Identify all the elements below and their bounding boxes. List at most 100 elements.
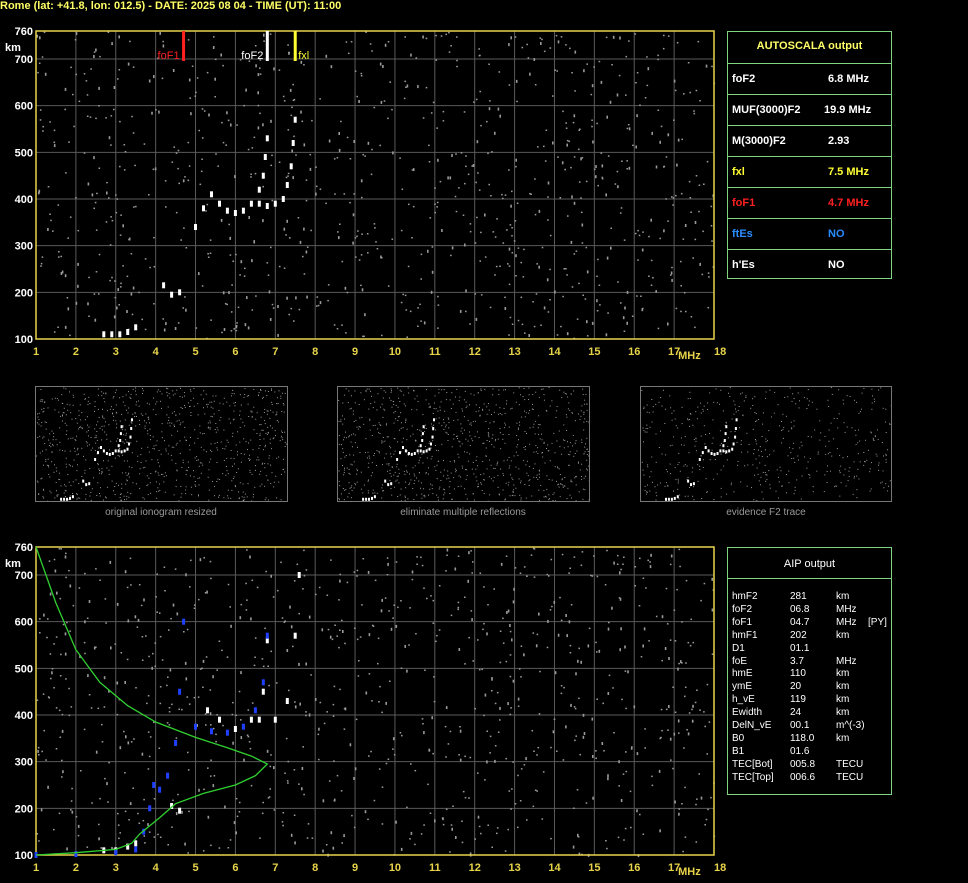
noise-dot <box>371 148 373 151</box>
thumb-noise <box>532 403 533 405</box>
thumb-noise <box>49 476 51 478</box>
thumb-noise <box>538 470 540 472</box>
noise-dot <box>689 644 692 647</box>
thumb-noise <box>199 462 201 464</box>
thumb-noise <box>765 438 767 440</box>
noise-dot <box>210 724 212 726</box>
thumb-noise <box>483 473 485 475</box>
noise-dot <box>637 259 639 261</box>
noise-dot <box>469 230 472 233</box>
thumb-noise <box>397 475 399 477</box>
thumb-noise <box>156 440 158 442</box>
thumb-noise <box>460 430 462 432</box>
thumb-noise <box>476 456 478 458</box>
noise-dot <box>290 625 293 629</box>
thumb-noise <box>722 410 724 412</box>
noise-dot <box>149 736 152 738</box>
thumb-noise <box>644 485 646 487</box>
thumb-noise <box>113 419 114 421</box>
thumb-noise <box>64 450 66 452</box>
thumb-noise <box>471 468 473 470</box>
thumb-noise <box>248 442 249 444</box>
noise-dot <box>64 632 67 636</box>
thumb-noise <box>675 425 677 427</box>
aip-v: 281 <box>790 591 807 602</box>
thumb-noise <box>62 414 63 416</box>
thumb-noise <box>181 396 183 398</box>
thumb-noise <box>422 414 424 416</box>
thumb-noise <box>88 396 90 398</box>
thumb-noise <box>147 446 149 448</box>
noise-dot <box>40 808 43 812</box>
thumb-noise <box>446 392 448 393</box>
thumb-noise <box>131 452 133 454</box>
thumb-noise <box>159 483 160 485</box>
thumb-noise <box>90 437 92 438</box>
thumb-noise <box>231 489 233 491</box>
noise-dot <box>183 631 185 633</box>
x-tick-label: 16 <box>628 862 640 874</box>
noise-dot <box>293 769 296 771</box>
thumb-noise <box>259 424 261 426</box>
noise-dot <box>622 773 625 775</box>
noise-dot <box>168 629 170 631</box>
noise-dot <box>670 271 673 275</box>
thumb-noise <box>482 409 484 411</box>
thumb-noise <box>431 488 433 490</box>
trace-point <box>110 331 114 338</box>
thumb-noise <box>249 471 251 473</box>
noise-dot <box>400 301 403 304</box>
noise-dot <box>645 587 647 589</box>
thumb-noise <box>226 470 228 472</box>
noise-dot <box>580 211 583 214</box>
noise-dot <box>703 711 705 713</box>
noise-dot <box>238 690 241 693</box>
thumb-noise <box>385 424 387 426</box>
thumb-noise <box>64 489 66 491</box>
thumb-noise <box>444 410 446 412</box>
thumb-noise <box>817 453 819 455</box>
thumb-noise <box>826 471 828 472</box>
noise-dot <box>106 181 108 184</box>
thumb-noise <box>405 487 407 489</box>
thumb-noise <box>819 439 821 441</box>
noise-dot <box>75 816 78 818</box>
thumb-noise <box>59 449 61 451</box>
noise-dot <box>499 265 501 267</box>
noise-dot <box>384 43 387 47</box>
noise-dot <box>168 724 171 726</box>
thumb-noise <box>432 413 434 414</box>
thumb-noise <box>227 473 229 475</box>
thumb-noise <box>173 424 175 426</box>
noise-dot <box>694 701 697 704</box>
thumb-noise <box>764 464 766 466</box>
thumb-noise <box>262 397 263 399</box>
thumb-noise <box>239 426 241 428</box>
noise-dot <box>557 156 559 158</box>
noise-dot <box>677 138 680 142</box>
thumb-noise <box>355 419 357 421</box>
noise-dot <box>126 658 129 661</box>
thumb-noise <box>563 485 565 487</box>
thumb-noise <box>492 394 494 396</box>
noise-dot <box>229 839 232 841</box>
x-tick-label: 10 <box>389 346 401 358</box>
thumb-noise <box>114 392 116 394</box>
thumb-noise <box>345 455 347 456</box>
thumb-noise <box>189 444 190 446</box>
thumb-noise <box>697 480 699 482</box>
thumb-noise <box>398 472 400 474</box>
thumb-noise <box>658 401 660 403</box>
thumb-noise <box>226 457 228 459</box>
noise-dot <box>496 832 498 835</box>
noise-dot <box>287 129 290 131</box>
thumb-noise <box>219 402 221 404</box>
noise-dot <box>605 193 607 197</box>
noise-dot <box>341 619 343 622</box>
noise-dot <box>435 59 438 61</box>
thumb-noise <box>571 481 573 483</box>
noise-dot <box>110 216 112 218</box>
thumb-noise <box>352 433 354 435</box>
noise-dot <box>365 691 368 695</box>
thumb-noise <box>157 487 159 489</box>
